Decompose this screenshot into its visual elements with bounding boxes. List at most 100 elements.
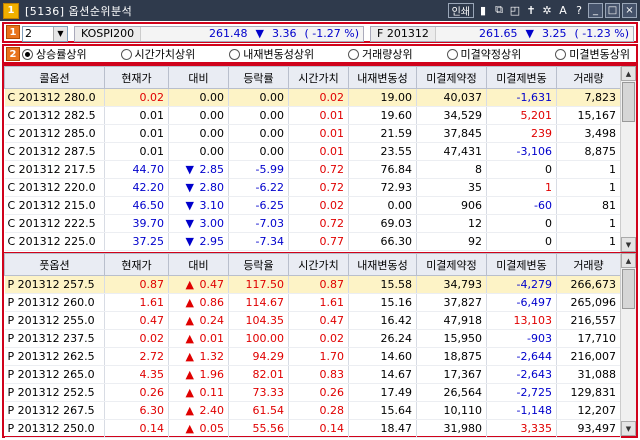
volume: 7,823 [556,88,621,107]
radio-icon[interactable] [348,48,359,60]
table-row[interactable]: P 201312 237.5 0.02 ▲ 0.01 100.00 0.02 26.24 15… [4,329,621,348]
open-interest-change: 5,201 [486,106,557,125]
table-row[interactable]: P 201312 250.0 0.14 ▲ 0.05 55.56 0.14 18.47 31,… [4,419,621,438]
volume: 266,673 [556,275,621,294]
table-row[interactable]: P 201312 252.5 0.26 ▲ 0.11 73.33 0.26 17.49 26,… [4,383,621,402]
price-change: ▲ 0.47 [168,275,229,294]
up-arrow-icon: ▲ [185,386,194,399]
count-select[interactable]: 2 ▼ [22,25,68,42]
pushpin-icon[interactable]: ✝ [524,2,538,18]
price-change: ▲ 1.32 [168,347,229,366]
table-row[interactable]: C 201312 285.0 0.01 0.00 0.00 0.01 21.59 37,84… [4,124,621,143]
price-change: 0.00 [168,142,229,161]
radio-oi-change[interactable]: 미결변동상위 [555,46,630,62]
column-header[interactable]: 시간가치 [288,66,349,89]
volume: 8,875 [556,142,621,161]
radio-time-value[interactable]: 시간가치상위 [120,46,195,62]
call-scrollbar[interactable]: ▲ ▼ [620,66,636,252]
scroll-up-icon[interactable]: ▲ [621,66,636,81]
radio-implied-vol[interactable]: 내재변동성상위 [229,46,314,62]
column-header[interactable]: 거래량 [556,253,621,276]
column-header[interactable]: 대비 [168,66,229,89]
radio-icon[interactable] [229,48,241,60]
time-value: 0.01 [288,142,349,161]
open-interest-change: -4,279 [486,275,557,294]
table-row[interactable]: C 201312 282.5 0.01 0.00 0.00 0.01 19.60 34,52… [4,106,621,125]
column-header[interactable]: 콜옵션 [4,66,105,89]
column-header[interactable]: 풋옵션 [4,253,105,276]
font-icon[interactable]: A [556,2,570,18]
column-header[interactable]: 미결제약정 [416,253,487,276]
chevron-down-icon[interactable]: ▼ [53,26,67,41]
copy-icon[interactable]: ⧉ [492,2,506,18]
option-code: P 201312 250.0 [4,419,105,438]
option-code: P 201312 257.5 [4,275,105,294]
help-icon[interactable]: ? [572,2,586,18]
option-tables-region: 콜옵션 현재가 대비 등락률 시간가치 내재변동성 미결제약정 미결제변동 거래량 C 2013… [2,64,638,438]
table-row[interactable]: C 201312 280.0 0.02 0.00 0.00 0.02 19.00 40,03… [4,88,621,107]
scroll-down-icon[interactable]: ▼ [621,237,636,252]
column-header[interactable]: 현재가 [104,253,169,276]
price-change: ▲ 0.01 [168,329,229,348]
column-header[interactable]: 대비 [168,253,229,276]
scroll-thumb[interactable] [622,269,635,309]
radio-icon[interactable] [446,48,458,60]
scroll-thumb[interactable] [622,82,635,122]
change-rate: -5.99 [228,160,289,179]
window-icon[interactable]: ◰ [508,2,522,18]
radio-open-interest[interactable]: 미결약정상위 [446,46,521,62]
column-header[interactable]: 미결제변동 [486,66,557,89]
table-row[interactable]: P 201312 267.5 6.30 ▲ 2.40 61.54 0.28 15.64 10,… [4,401,621,420]
column-header[interactable]: 거래량 [556,66,621,89]
down-arrow-icon: ▼ [185,181,194,194]
table-row[interactable]: C 201312 287.5 0.01 0.00 0.00 0.01 23.55 47,43… [4,142,621,161]
put-scrollbar[interactable]: ▲ ▼ [620,253,636,436]
settings-icon[interactable]: ✲ [540,2,554,18]
radio-selected-icon[interactable] [22,48,33,60]
pin-icon[interactable]: ▮ [476,2,490,18]
volume: 81 [556,196,621,215]
table-row[interactable]: C 201312 225.0 37.25 ▼ 2.95 -7.34 0.77 66.30 92… [4,232,621,251]
close-icon[interactable]: × [622,2,637,18]
scroll-up-icon[interactable]: ▲ [621,253,636,268]
table-row[interactable]: P 201312 257.5 0.87 ▲ 0.47 117.50 0.87 15.58 34… [4,275,621,294]
current-price: 44.70 [104,160,169,179]
print-button[interactable]: 인쇄 [447,2,474,18]
current-price: 0.14 [104,419,169,438]
option-code: C 201312 285.0 [4,124,105,143]
open-interest: 17,367 [416,365,487,384]
minimize-icon[interactable]: _ [588,2,603,18]
kospi-value: 261.48 [209,27,248,40]
open-interest-change: 0 [486,232,557,251]
table-row[interactable]: P 201312 260.0 1.61 ▲ 0.86 114.67 1.61 15.16 37… [4,293,621,312]
open-interest: 12 [416,214,487,233]
radio-rise-rate[interactable]: 상승률상위 [22,46,87,62]
table-row[interactable]: P 201312 262.5 2.72 ▲ 1.32 94.29 1.70 14.60 18,… [4,347,621,366]
radio-volume[interactable]: 거래량상위 [348,46,413,62]
column-header[interactable]: 미결제약정 [416,66,487,89]
implied-volatility: 19.60 [348,106,417,125]
table-row[interactable]: C 201312 215.0 46.50 ▼ 3.10 -6.25 0.02 0.00 906… [4,196,621,215]
radio-icon[interactable] [555,48,567,60]
table-row[interactable]: C 201312 220.0 42.20 ▼ 2.80 -6.22 0.72 72.93 35… [4,178,621,197]
column-header[interactable]: 등락률 [228,66,289,89]
table-row[interactable]: P 201312 265.0 4.35 ▲ 1.96 82.01 0.83 14.67 17,… [4,365,621,384]
call-table-body: C 201312 280.0 0.02 0.00 0.00 0.02 19.00 40,03… [4,88,621,251]
open-interest: 47,918 [416,311,487,330]
table-row[interactable]: C 201312 222.5 39.70 ▼ 3.00 -7.03 0.72 69.03 12… [4,214,621,233]
scroll-down-icon[interactable]: ▼ [621,421,636,436]
table-row[interactable]: C 201312 217.5 44.70 ▼ 2.85 -5.99 0.72 76.84 8 0… [4,160,621,179]
up-arrow-icon: ▲ [185,278,194,291]
column-header[interactable]: 내재변동성 [348,253,417,276]
volume: 15,167 [556,106,621,125]
column-header[interactable]: 시간가치 [288,253,349,276]
maximize-icon[interactable]: □ [605,2,620,18]
radio-icon[interactable] [120,48,132,60]
column-header[interactable]: 내재변동성 [348,66,417,89]
current-price: 1.61 [104,293,169,312]
column-header[interactable]: 미결제변동 [486,253,557,276]
table-row[interactable]: P 201312 255.0 0.47 ▲ 0.24 104.35 0.47 16.42 47… [4,311,621,330]
current-price: 46.50 [104,196,169,215]
column-header[interactable]: 현재가 [104,66,169,89]
column-header[interactable]: 등락율 [228,253,289,276]
